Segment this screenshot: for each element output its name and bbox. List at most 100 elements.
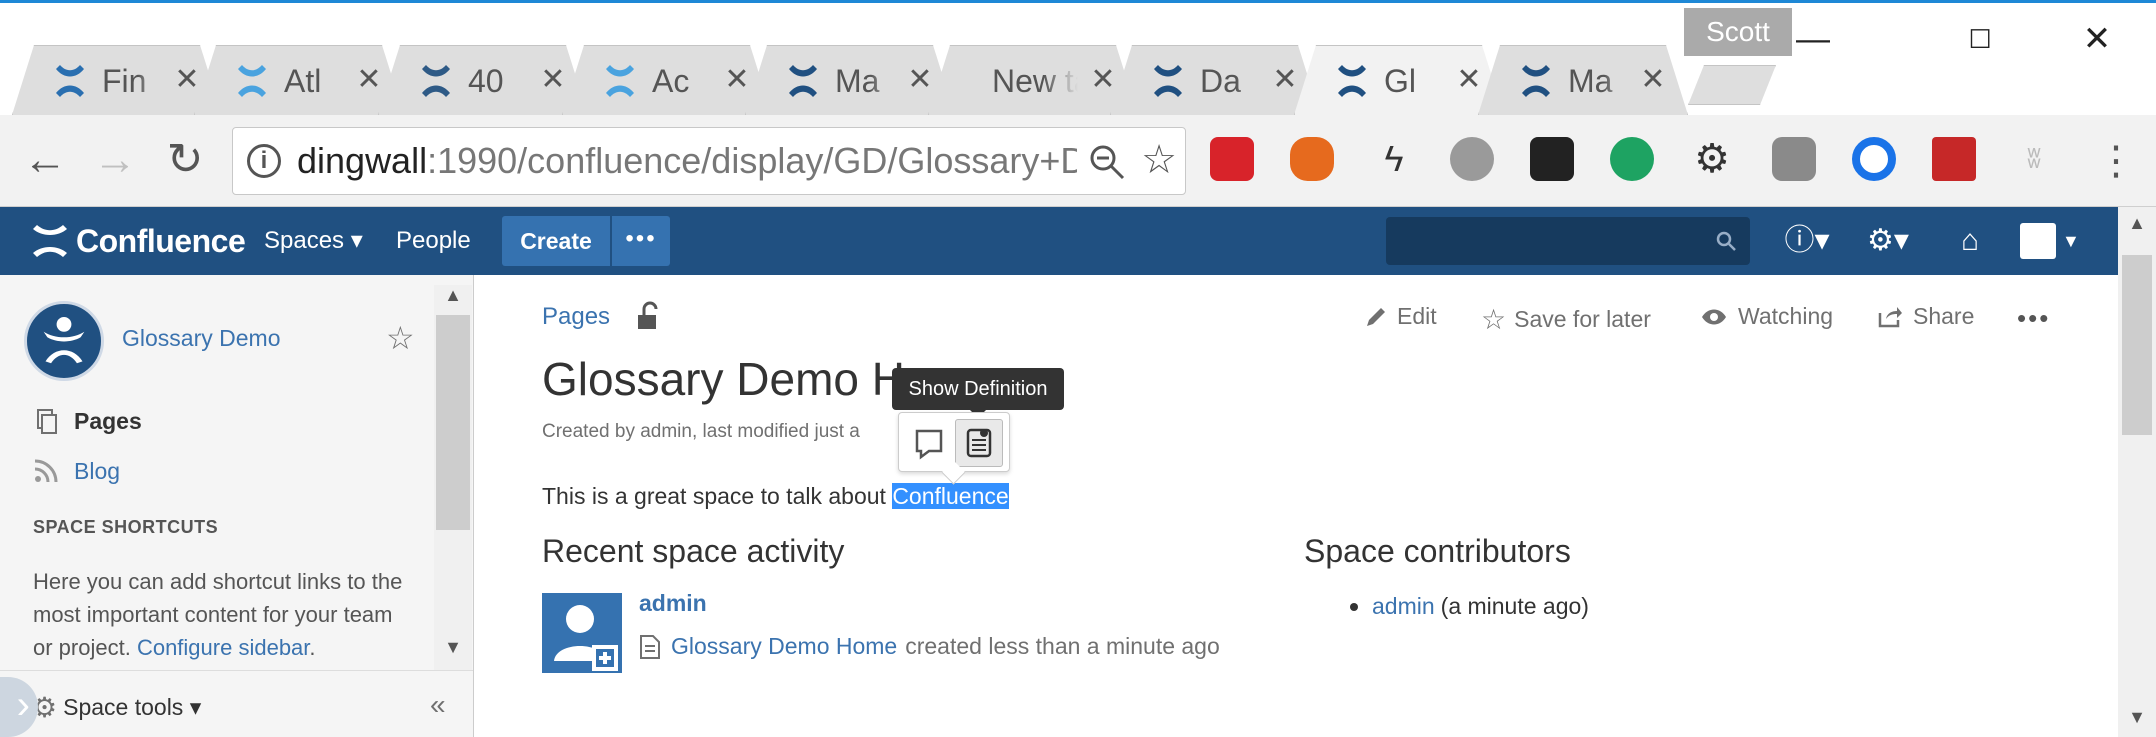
watching-button[interactable]: Watching [1700,303,1833,330]
bucket-icon [418,63,454,99]
people-link[interactable]: People [396,221,471,261]
forward-icon[interactable]: → [90,135,140,185]
back-icon[interactable]: ← [20,135,70,185]
confluence-icon [785,63,821,99]
tab-title: New ta [992,63,1078,99]
tab-title: Atl [284,63,322,99]
chat-bubble-icon[interactable] [1610,137,1654,181]
browser-tab[interactable]: Atl ✕ [194,45,404,115]
scroll-up-icon[interactable]: ▲ [436,285,470,313]
browser-tab[interactable]: 40 ✕ [378,45,588,115]
extension-fox-icon[interactable] [1290,137,1334,181]
new-tab-button[interactable] [1688,65,1776,105]
address-bar[interactable]: i dingwall:1990/confluence/display/GD/Gl… [232,127,1186,195]
scroll-down-icon[interactable]: ▼ [436,637,470,665]
activity-page-link[interactable]: Glossary Demo Home [671,633,897,660]
tab-title: Ma [1568,63,1613,99]
page-icon [640,634,660,659]
glossary-definition-icon [966,428,992,458]
avatar[interactable] [542,593,622,673]
tampermonkey-icon[interactable] [1530,137,1574,181]
reload-icon[interactable]: ↻ [160,135,210,185]
search-icon [1716,231,1736,251]
scroll-up-icon[interactable]: ▲ [2118,213,2156,243]
sidebar-item-blog[interactable]: Blog [32,455,120,487]
save-for-later-button[interactable]: ☆ Save for later [1481,303,1651,336]
tab-close-icon[interactable]: ✕ [1638,65,1668,95]
search-input[interactable] [1386,217,1750,265]
scroll-down-icon[interactable]: ▼ [2118,707,2156,737]
pdf-ext-icon[interactable] [1932,137,1976,181]
selection-toolbar [898,412,1010,472]
page-scroll-thumb[interactable] [2122,255,2152,435]
comment-icon[interactable] [909,423,949,463]
user-avatar-icon [2020,223,2056,259]
contributor-time: (a minute ago) [1440,593,1589,619]
browser-tab[interactable]: Ma ✕ [745,45,955,115]
breadcrumb[interactable]: Pages [542,303,610,331]
page-scrollbar[interactable]: ▲ ▼ [2118,207,2156,737]
window-close-icon[interactable]: ✕ [2062,17,2132,61]
globe-icon[interactable] [1450,137,1494,181]
minimize-icon[interactable]: — [1778,17,1848,61]
space-tools-menu[interactable]: ⚙ Space tools ▾ [32,691,201,724]
zoom-icon[interactable] [1087,142,1127,182]
browser-tab[interactable]: Ma ✕ [1478,45,1688,115]
recent-activity-heading: Recent space activity [542,533,845,569]
browser-toolbar: ← → ↻ i dingwall:1990/confluence/display… [0,115,2156,207]
space-logo[interactable] [24,301,104,381]
edit-button[interactable]: Edit [1365,303,1437,330]
list-item: admin (a minute ago) [1350,593,1589,620]
browser-tab[interactable]: Ac ✕ [562,45,772,115]
sidebar-scroll-thumb[interactable] [436,315,470,530]
space-name-link[interactable]: Glossary Demo [122,325,280,352]
help-icon[interactable]: ⓘ▾ [1782,221,1832,261]
browser-tab[interactable]: Gl ✕ [1294,45,1504,115]
settings-gear-ext-icon[interactable]: ⚙ [1690,137,1734,181]
share-button[interactable]: Share [1877,303,1974,330]
tab-title: Fin [102,63,147,99]
bookmark-star-icon[interactable]: ☆ [1137,138,1181,182]
create-button[interactable]: Create [502,216,610,266]
unlock-icon[interactable] [635,301,661,331]
sidebar-footer: ⚙ Space tools ▾ « [0,670,473,737]
sidebar-item-pages[interactable]: Pages [32,405,142,437]
contributor-link[interactable]: admin [1372,593,1435,620]
tab-title: 40 [468,63,504,99]
notifications-icon[interactable]: ⌂ [1950,221,1990,261]
selected-text[interactable]: Confluence [892,483,1009,509]
tab-title: Da [1200,63,1241,99]
favourite-star-icon[interactable]: ☆ [386,319,415,357]
more-actions-button[interactable]: ••• [2017,303,2050,334]
activity-user-link[interactable]: admin [639,590,707,617]
confluence-logo-icon [33,225,67,257]
confluence-icon [1518,63,1554,99]
hands-ext-icon[interactable]: ʬ [2012,137,2056,181]
atlassian-icon [234,63,270,99]
site-info-icon[interactable]: i [247,144,281,178]
browser-menu-icon[interactable]: ⋮ [2096,137,2136,185]
configure-sidebar-link[interactable]: Configure sidebar [137,635,309,660]
page-content: Pages Edit ☆ Save for later Watching Sha… [475,275,2118,737]
confluence-people-icon [52,63,88,99]
confluence-logo[interactable]: Confluence [30,221,246,261]
page-byline: Created by admin, last modified just a m… [542,421,862,442]
default-avatar-icon [554,605,618,671]
share-icon [1878,306,1902,327]
create-more-button[interactable]: ••• [612,216,670,266]
spaces-menu[interactable]: Spaces ▾ [264,221,363,261]
lightning-icon[interactable]: ϟ [1372,137,1416,181]
browser-tab[interactable]: Fin ✕ [12,45,222,115]
browser-tab[interactable]: Da ✕ [1110,45,1320,115]
ring-ext-icon[interactable] [1852,137,1896,181]
show-definition-button[interactable] [955,419,1003,467]
profile-button[interactable]: Scott [1684,8,1792,56]
shield-ext-icon[interactable] [1772,137,1816,181]
browser-tab[interactable]: New ta✕ [928,45,1138,115]
maximize-icon[interactable]: ☐ [1945,17,2015,61]
url-text[interactable]: dingwall:1990/confluence/display/GD/Glos… [297,140,1077,182]
user-menu[interactable]: ▼ [2020,221,2084,261]
settings-icon[interactable]: ⚙▾ [1860,221,1916,261]
collapse-sidebar-icon[interactable]: « [430,689,446,721]
adblock-icon[interactable] [1210,137,1254,181]
